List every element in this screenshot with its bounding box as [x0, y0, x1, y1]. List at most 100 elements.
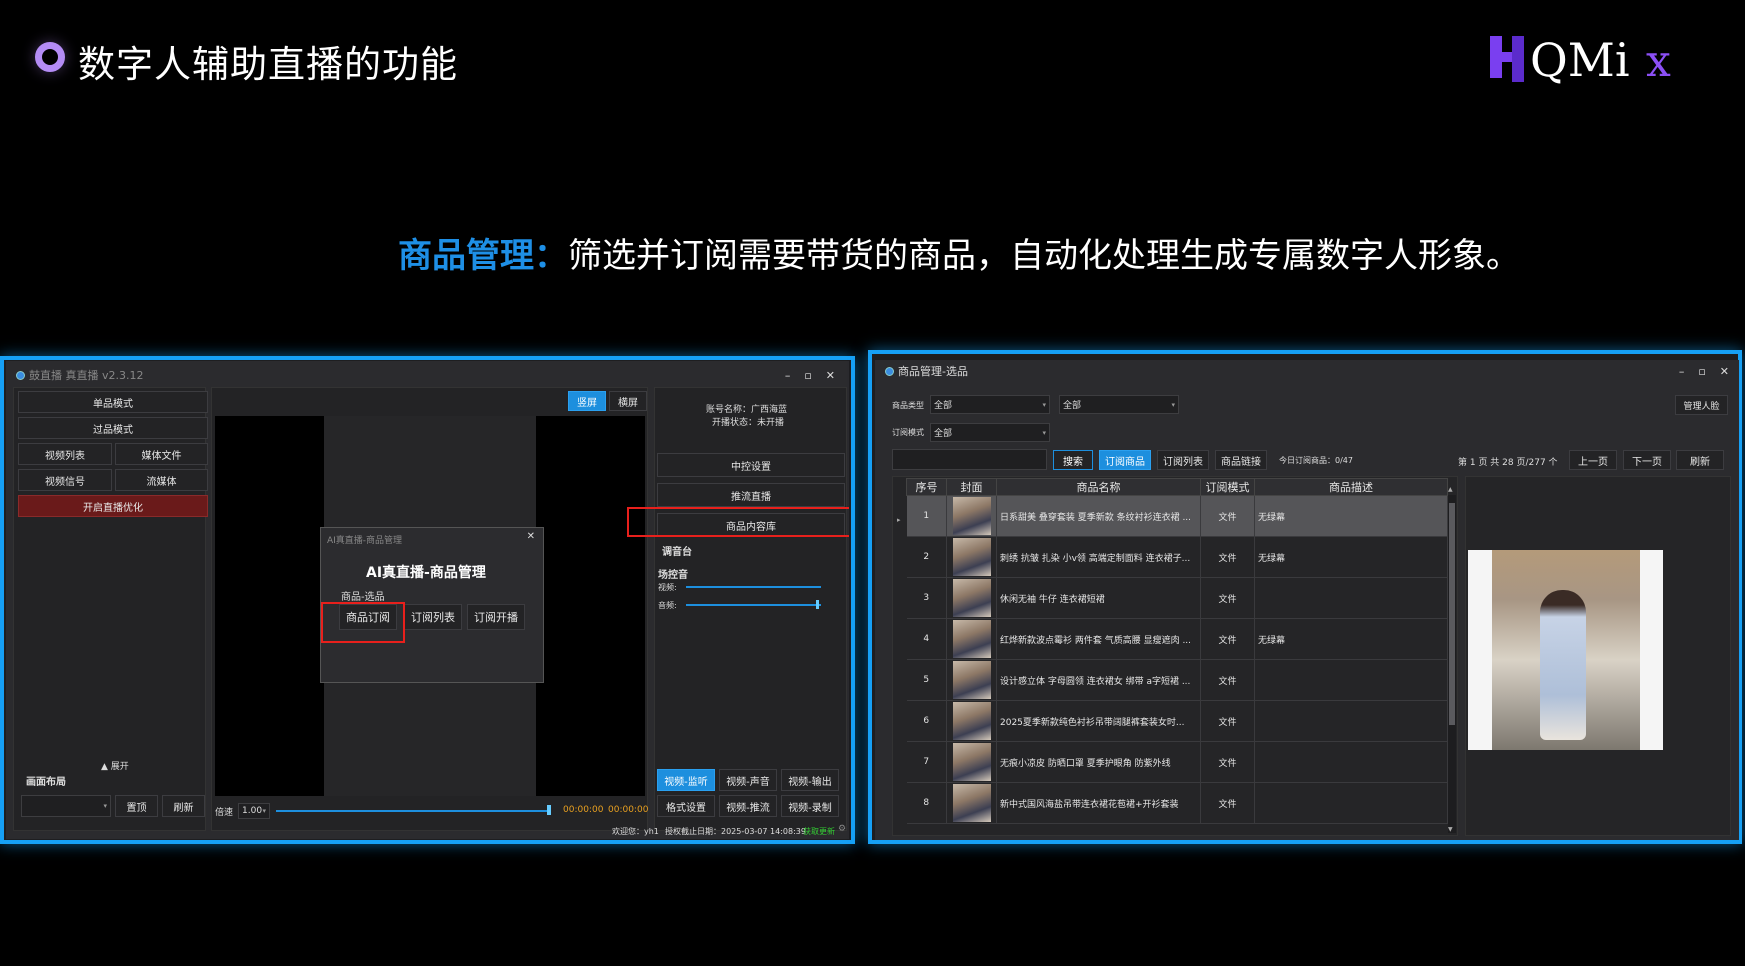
single-mode-button[interactable]: 单品模式	[18, 391, 208, 413]
tab-video-sound[interactable]: 视频-声音	[719, 769, 777, 791]
tab-video-push[interactable]: 视频-推流	[719, 795, 777, 817]
next-page-button[interactable]: 下一页	[1623, 450, 1671, 470]
type-filter-select-2[interactable]: 全部	[1059, 395, 1179, 414]
subscription-list-button[interactable]: 订阅列表	[1157, 450, 1209, 470]
tab-landscape[interactable]: 横屏	[609, 391, 647, 411]
audio-volume-slider[interactable]	[686, 604, 821, 606]
minimize-icon[interactable]: –	[785, 369, 791, 382]
sub-mode-select[interactable]: 全部	[930, 423, 1050, 442]
video-volume-slider[interactable]	[686, 586, 821, 588]
audio-volume-handle[interactable]	[816, 600, 819, 609]
minimize-icon[interactable]: –	[1679, 365, 1685, 378]
scroll-up-icon[interactable]: ▲	[1448, 486, 1453, 493]
control-settings-button[interactable]: 中控设置	[657, 453, 845, 477]
row-desc	[1254, 659, 1448, 701]
product-link-button[interactable]: 商品链接	[1215, 450, 1267, 470]
cover-thumbnail	[952, 538, 991, 576]
timeline-handle[interactable]	[547, 805, 551, 815]
media-file-button[interactable]: 媒体文件	[115, 443, 208, 465]
maximize-icon[interactable]: ▫	[1698, 365, 1705, 378]
settings-gear-icon[interactable]: ⚙	[838, 824, 846, 834]
scroll-down-icon[interactable]: ▼	[1448, 826, 1453, 833]
col-header-mode[interactable]: 订阅模式	[1200, 478, 1255, 496]
maximize-icon[interactable]: ▫	[804, 369, 811, 382]
stream-media-button[interactable]: 流媒体	[115, 469, 208, 491]
table-scrollbar-thumb[interactable]	[1449, 503, 1455, 725]
row-no: 3	[906, 577, 947, 619]
row-mode: 文件	[1200, 700, 1255, 742]
close-icon[interactable]: ✕	[826, 369, 835, 382]
row-no: 7	[906, 741, 947, 783]
row-name: 休闲无袖 牛仔 连衣裙短裙	[996, 577, 1201, 619]
col-header-no[interactable]: 序号	[906, 478, 947, 496]
live-status: 开播状态：未开播	[712, 418, 785, 428]
tab-portrait[interactable]: 竖屏	[568, 391, 606, 411]
row-mode: 文件	[1200, 782, 1255, 824]
manage-face-button[interactable]: 管理人脸	[1675, 395, 1728, 415]
slide-subtitle: 商品管理：筛选并订阅需要带货的商品，自动化处理生成专属数字人形象。	[398, 228, 1520, 277]
expand-toggle[interactable]: ▲ 展开	[101, 759, 129, 772]
row-desc: 无绿幕	[1254, 495, 1448, 537]
table-row[interactable]: 6 2025夏季新款纯色衬衫吊带阔腿裤套装女时... 文件	[906, 700, 1448, 742]
refresh-button[interactable]: 刷新	[1676, 450, 1724, 470]
subscription-list-button[interactable]: 订阅列表	[404, 604, 462, 630]
row-desc	[1254, 577, 1448, 619]
prev-page-button[interactable]: 上一页	[1569, 450, 1617, 470]
audio-volume-label: 音频:	[658, 601, 677, 610]
refresh-button[interactable]: 刷新	[162, 795, 205, 817]
tab-format-settings[interactable]: 格式设置	[657, 795, 715, 817]
search-button[interactable]: 搜索	[1053, 450, 1093, 470]
dialog-titlebar: AI真直播-商品管理	[327, 536, 403, 546]
type-filter-label: 商品类型	[892, 401, 924, 410]
table-row[interactable]: 3 休闲无袖 牛仔 连衣裙短裙 文件	[906, 577, 1448, 619]
update-link[interactable]: 获取更新	[803, 826, 835, 837]
subscribe-product-button[interactable]: 订阅商品	[1099, 450, 1151, 470]
video-list-button[interactable]: 视频列表	[18, 443, 112, 465]
tab-video-monitor[interactable]: 视频-监听	[657, 769, 715, 791]
cover-thumbnail	[952, 579, 991, 617]
right-app-title: 商品管理-选品	[898, 365, 968, 378]
table-row[interactable]: 5 设计感立体 字母圆领 连衣裙女 绑带 a字短裙 ... 文件	[906, 659, 1448, 701]
col-header-cover[interactable]: 封面	[946, 478, 997, 496]
table-row[interactable]: 2 刺绣 抗皱 扎染 小v领 高端定制面料 连衣裙子... 文件 无绿幕	[906, 536, 1448, 578]
dialog-heading: AI真直播-商品管理	[366, 565, 486, 581]
row-cover	[946, 536, 997, 578]
layout-select[interactable]	[21, 795, 111, 817]
row-cover	[946, 577, 997, 619]
right-app-titlebar: 商品管理-选品	[875, 360, 1739, 382]
row-no: 4	[906, 618, 947, 660]
current-time: 00:00:00	[563, 805, 604, 815]
left-app-titlebar: 鼓直播 真直播 v2.3.12	[6, 361, 849, 389]
svg-text:x: x	[1646, 36, 1671, 86]
type-filter-select[interactable]: 全部	[930, 395, 1050, 414]
video-volume-label: 视频:	[658, 583, 677, 592]
subscribe-live-button[interactable]: 订阅开播	[467, 604, 525, 630]
video-signal-button[interactable]: 视频信号	[18, 469, 112, 491]
col-header-name[interactable]: 商品名称	[996, 478, 1201, 496]
speed-input[interactable]: 1.00	[238, 803, 270, 819]
table-row[interactable]: 1 日系甜美 叠穿套装 夏季新款 条纹衬衫连衣裙 ... 文件 无绿幕	[906, 495, 1448, 537]
row-name: 无痕小凉皮 防晒口罩 夏季护眼角 防紫外线	[996, 741, 1201, 783]
table-row[interactable]: 7 无痕小凉皮 防晒口罩 夏季护眼角 防紫外线 文件	[906, 741, 1448, 783]
dialog-close-icon[interactable]: ✕	[527, 531, 535, 542]
row-no: 1	[906, 495, 947, 537]
account-name: 账号名称：广西海蓝	[706, 405, 788, 415]
close-icon[interactable]: ✕	[1720, 365, 1729, 378]
cover-thumbnail	[952, 743, 991, 781]
search-input[interactable]	[892, 449, 1047, 470]
tab-video-record[interactable]: 视频-录制	[781, 795, 839, 817]
table-row[interactable]: 8 新中式国风海盐吊带连衣裙花苞裙+开衫套装 文件	[906, 782, 1448, 824]
push-live-button[interactable]: 推流直播	[657, 483, 845, 507]
timeline-slider[interactable]	[276, 810, 551, 812]
pin-top-button[interactable]: 置顶	[115, 795, 158, 817]
sub-mode-label: 订阅模式	[892, 428, 924, 437]
slide-title: 数字人辅助直播的功能	[78, 43, 458, 86]
window-controls: – ▫ ✕	[785, 361, 835, 389]
pass-mode-button[interactable]: 过品模式	[18, 417, 208, 439]
row-cover	[946, 700, 997, 742]
live-optimize-button[interactable]: 开启直播优化	[18, 495, 208, 517]
today-count: 今日订阅商品：0/47	[1279, 456, 1353, 465]
col-header-desc[interactable]: 商品描述	[1254, 478, 1448, 496]
tab-video-output[interactable]: 视频-输出	[781, 769, 839, 791]
table-row[interactable]: 4 红烨新款波点霉衫 两件套 气质高腰 显瘦遮肉 ... 文件 无绿幕	[906, 618, 1448, 660]
